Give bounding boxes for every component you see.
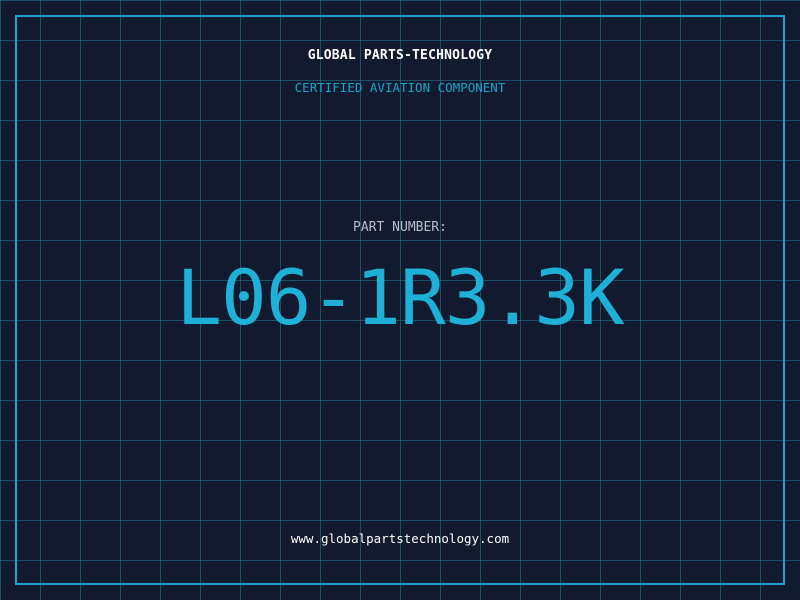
company-name: GLOBAL PARTS-TECHNOLOGY — [307, 48, 493, 63]
part-number-value: L06-1R3.3K — [176, 253, 625, 342]
part-number-label: PART NUMBER: — [353, 220, 447, 235]
website-url: www.globalpartstechnology.com — [290, 531, 510, 546]
certificate-canvas: GLOBAL PARTS-TECHNOLOGY CERTIFIED AVIATI… — [0, 0, 800, 600]
tagline: CERTIFIED AVIATION COMPONENT — [294, 80, 506, 95]
